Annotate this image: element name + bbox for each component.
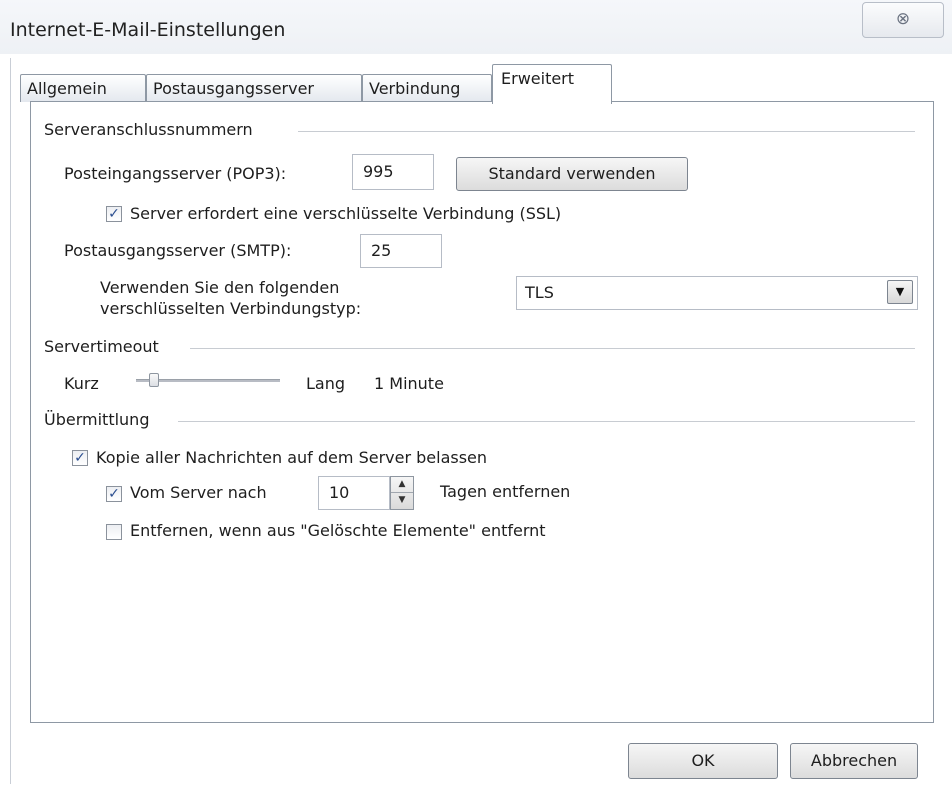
section-title-server-ports: Serveranschlussnummern <box>44 120 253 139</box>
tab-panel-erweitert <box>30 101 934 723</box>
group-divider <box>298 131 915 132</box>
ssl-checkbox[interactable]: ✓ <box>106 206 122 222</box>
check-icon: ✓ <box>108 206 120 222</box>
remove-deleted-checkbox[interactable] <box>106 524 122 540</box>
encryption-label-line2: verschlüsselten Verbindungstyp: <box>100 299 362 318</box>
tab-allgemein[interactable]: Allgemein <box>20 74 146 102</box>
ok-label: OK <box>691 751 715 770</box>
days-value: 10 <box>329 483 350 502</box>
cancel-button[interactable]: Abbrechen <box>790 743 918 779</box>
cancel-label: Abbrechen <box>810 751 898 770</box>
group-divider <box>178 421 915 422</box>
tab-label: Verbindung <box>369 79 461 98</box>
section-title-delivery: Übermittlung <box>44 410 150 429</box>
ok-button[interactable]: OK <box>628 743 778 779</box>
use-default-label: Standard verwenden <box>488 164 656 183</box>
timeout-short-label: Kurz <box>64 374 99 393</box>
tab-postausgangsserver[interactable]: Postausgangsserver <box>146 74 362 102</box>
tab-label: Postausgangsserver <box>153 79 314 98</box>
encryption-type-select[interactable]: TLS ▼ <box>516 276 918 310</box>
check-icon: ✓ <box>108 486 120 502</box>
smtp-label: Postausgangsserver (SMTP): <box>64 241 292 260</box>
timeout-long-label: Lang <box>306 374 346 393</box>
pop3-port-input[interactable]: 995 <box>352 154 434 190</box>
remove-after-checkbox[interactable]: ✓ <box>106 486 122 502</box>
section-title-timeout: Servertimeout <box>44 337 159 356</box>
remove-after-label: Vom Server nach <box>130 483 267 502</box>
dropdown-button[interactable]: ▼ <box>887 280 913 304</box>
days-spinner[interactable]: ▲ ▼ <box>390 476 414 510</box>
chevron-down-icon: ▼ <box>895 285 905 298</box>
days-input[interactable]: 10 <box>318 476 390 510</box>
keep-copy-checkbox[interactable]: ✓ <box>72 450 88 466</box>
use-default-button[interactable]: Standard verwenden <box>456 157 688 191</box>
days-suffix-label: Tagen entfernen <box>440 482 571 501</box>
group-divider <box>190 348 915 349</box>
pop3-port-value: 995 <box>363 162 394 181</box>
timeout-value: 1 Minute <box>374 374 444 393</box>
smtp-port-value: 25 <box>371 241 392 260</box>
encryption-type-value: TLS <box>525 283 554 302</box>
tab-label: Erweitert <box>501 69 575 88</box>
keep-copy-label: Kopie aller Nachrichten auf dem Server b… <box>96 448 488 467</box>
tab-erweitert[interactable]: Erweitert <box>492 64 612 104</box>
tab-verbindung[interactable]: Verbindung <box>362 74 492 102</box>
tab-label: Allgemein <box>27 79 107 98</box>
spin-up-icon[interactable]: ▲ <box>391 477 413 493</box>
encryption-label-line1: Verwenden Sie den folgenden <box>100 278 340 297</box>
timeout-slider-thumb[interactable] <box>149 373 160 387</box>
close-button[interactable]: ⊗ <box>862 2 944 38</box>
check-icon: ✓ <box>74 450 86 466</box>
remove-deleted-label: Entfernen, wenn aus "Gelöschte Elemente"… <box>130 521 546 540</box>
close-icon: ⊗ <box>895 9 911 29</box>
spin-down-icon[interactable]: ▼ <box>391 493 413 509</box>
ssl-label: Server erfordert eine verschlüsselte Ver… <box>130 204 562 223</box>
window-title: Internet-E-Mail-Einstellungen <box>10 19 286 41</box>
title-bar: Internet-E-Mail-Einstellungen ⊗ <box>0 0 952 54</box>
pop3-label: Posteingangsserver (POP3): <box>64 164 287 183</box>
smtp-port-input[interactable]: 25 <box>360 234 442 268</box>
